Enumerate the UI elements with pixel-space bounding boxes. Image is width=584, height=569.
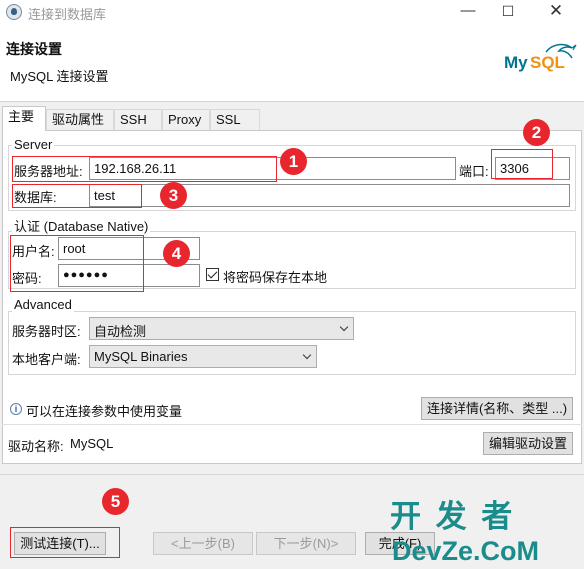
annotation-badge-3: 3 — [160, 182, 187, 209]
advanced-legend: Advanced — [12, 297, 74, 312]
tab-main[interactable]: 主要 — [2, 106, 46, 131]
info-icon: i — [10, 403, 22, 415]
connection-details-button[interactable]: 连接详情(名称、类型 ...) — [421, 397, 573, 420]
next-button[interactable]: 下一步(N)> — [256, 532, 356, 555]
window-title: 连接到数据库 — [28, 7, 107, 22]
mysql-logo: My SQL — [504, 43, 577, 72]
annotation-box-database — [12, 184, 142, 208]
annotation-badge-2: 2 — [523, 119, 550, 146]
annotation-box-test — [10, 527, 120, 558]
annotation-box-credentials — [10, 235, 144, 292]
annotation-box-host — [12, 156, 277, 182]
svg-text:My: My — [504, 53, 528, 72]
client-label: 本地客户端: — [12, 352, 81, 367]
auth-legend: 认证 (Database Native) — [12, 216, 151, 235]
close-icon[interactable]: ✕ — [536, 0, 576, 24]
watermark-domain: DevZe.CoM — [392, 536, 540, 566]
title-bar: 连接到数据库 — ☐ ✕ — [0, 0, 584, 24]
maximize-icon[interactable]: ☐ — [488, 0, 528, 24]
watermark-text: 开 发 者 — [390, 499, 516, 534]
tab-ssl[interactable]: SSL — [210, 109, 260, 130]
edit-driver-button[interactable]: 编辑驱动设置 — [483, 432, 573, 455]
driver-name: MySQL — [70, 436, 114, 451]
timezone-label: 服务器时区: — [12, 324, 81, 339]
app-icon — [6, 4, 22, 20]
tab-proxy[interactable]: Proxy — [162, 109, 210, 130]
page-subtitle: MySQL 连接设置 — [10, 69, 109, 84]
page-title: 连接设置 — [6, 41, 62, 57]
minimize-icon[interactable]: — — [448, 0, 488, 24]
timezone-value: 自动检测 — [94, 324, 147, 339]
annotation-box-port — [491, 149, 553, 179]
back-button[interactable]: <上一步(B) — [153, 532, 253, 555]
annotation-badge-1: 1 — [280, 148, 307, 175]
annotation-badge-4: 4 — [163, 240, 190, 267]
tab-ssh[interactable]: SSH — [114, 109, 162, 130]
chevron-down-icon — [302, 350, 312, 360]
variables-hint: 可以在连接参数中使用变量 — [26, 404, 183, 419]
driver-label: 驱动名称: — [8, 439, 64, 454]
timezone-select[interactable]: 自动检测 — [89, 317, 354, 340]
svg-text:SQL: SQL — [530, 53, 565, 72]
divider — [2, 424, 582, 425]
server-legend: Server — [12, 137, 55, 152]
port-label: 端口: — [459, 164, 489, 179]
annotation-badge-5: 5 — [102, 488, 129, 515]
dialog-header — [0, 24, 584, 102]
footer-divider — [0, 474, 584, 475]
tab-driver-properties[interactable]: 驱动属性 — [46, 109, 114, 130]
save-password-checkbox[interactable] — [206, 268, 219, 281]
save-password-label[interactable]: 将密码保存在本地 — [223, 267, 327, 286]
client-select[interactable]: MySQL Binaries — [89, 345, 317, 368]
client-value: MySQL Binaries — [94, 349, 188, 364]
chevron-down-icon — [339, 322, 349, 332]
